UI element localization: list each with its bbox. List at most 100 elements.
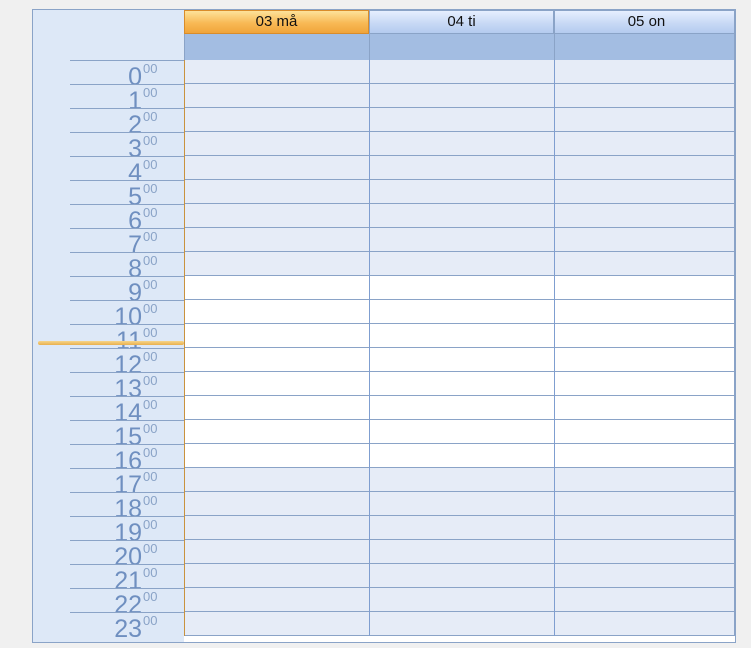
- time-slot[interactable]: [185, 276, 369, 300]
- minutes-label: 00: [143, 253, 158, 268]
- time-slot[interactable]: [555, 444, 735, 468]
- time-slot[interactable]: [370, 396, 554, 420]
- time-slot[interactable]: [370, 228, 554, 252]
- time-slot[interactable]: [370, 300, 554, 324]
- time-slot[interactable]: [370, 540, 554, 564]
- minutes-label: 00: [143, 589, 158, 604]
- time-slot[interactable]: [555, 564, 735, 588]
- hour-row: 0 00: [70, 60, 184, 90]
- all-day-slot[interactable]: [554, 34, 735, 60]
- time-slot[interactable]: [555, 204, 735, 228]
- time-slot[interactable]: [555, 252, 735, 276]
- time-slot[interactable]: [555, 540, 735, 564]
- time-slot[interactable]: [185, 84, 369, 108]
- day-header-0[interactable]: 03 må: [184, 10, 369, 34]
- hour-row: 12 00: [70, 348, 184, 378]
- time-slot[interactable]: [185, 396, 369, 420]
- time-slot[interactable]: [370, 204, 554, 228]
- hour-row: 10 00: [70, 300, 184, 330]
- time-slot[interactable]: [555, 228, 735, 252]
- time-slot[interactable]: [185, 252, 369, 276]
- time-slot[interactable]: [185, 372, 369, 396]
- day-header-2[interactable]: 05 on: [554, 10, 735, 34]
- time-slot[interactable]: [370, 252, 554, 276]
- time-slot[interactable]: [555, 612, 735, 636]
- hour-row: 13 00: [70, 372, 184, 402]
- minutes-label: 00: [143, 373, 158, 388]
- hour-row: 19 00: [70, 516, 184, 546]
- time-slot[interactable]: [185, 444, 369, 468]
- time-slot[interactable]: [555, 180, 735, 204]
- time-slot[interactable]: [370, 612, 554, 636]
- time-slot[interactable]: [370, 84, 554, 108]
- time-slot[interactable]: [185, 348, 369, 372]
- minutes-label: 00: [143, 133, 158, 148]
- time-slot[interactable]: [185, 156, 369, 180]
- time-slot[interactable]: [370, 564, 554, 588]
- time-slot[interactable]: [370, 516, 554, 540]
- minutes-label: 00: [143, 109, 158, 124]
- time-slot[interactable]: [185, 132, 369, 156]
- hour-row: 3 00: [70, 132, 184, 162]
- time-slot[interactable]: [370, 588, 554, 612]
- time-slot[interactable]: [370, 180, 554, 204]
- time-slot[interactable]: [370, 324, 554, 348]
- time-slot[interactable]: [370, 444, 554, 468]
- time-slot[interactable]: [555, 396, 735, 420]
- minutes-label: 00: [143, 349, 158, 364]
- time-slot[interactable]: [555, 468, 735, 492]
- time-slot[interactable]: [555, 156, 735, 180]
- minutes-label: 00: [143, 565, 158, 580]
- time-slot[interactable]: [370, 468, 554, 492]
- all-day-slot[interactable]: [184, 34, 369, 60]
- time-slot[interactable]: [185, 564, 369, 588]
- hour-row: 23 00: [70, 612, 184, 642]
- time-slot[interactable]: [370, 108, 554, 132]
- day-column-2: [554, 60, 735, 636]
- time-slot[interactable]: [555, 348, 735, 372]
- time-slot[interactable]: [185, 300, 369, 324]
- time-slot[interactable]: [185, 108, 369, 132]
- time-slot[interactable]: [555, 492, 735, 516]
- minutes-label: 00: [143, 277, 158, 292]
- minutes-label: 00: [143, 517, 158, 532]
- time-slot[interactable]: [555, 60, 735, 84]
- time-slot[interactable]: [370, 372, 554, 396]
- time-slot[interactable]: [185, 228, 369, 252]
- time-slot[interactable]: [555, 108, 735, 132]
- time-slot[interactable]: [185, 468, 369, 492]
- hour-row: 14 00: [70, 396, 184, 426]
- time-slot[interactable]: [370, 276, 554, 300]
- hour-row: 16 00: [70, 444, 184, 474]
- time-slot[interactable]: [370, 420, 554, 444]
- time-slot[interactable]: [555, 324, 735, 348]
- time-slot[interactable]: [555, 84, 735, 108]
- time-slot[interactable]: [185, 492, 369, 516]
- time-slot[interactable]: [370, 132, 554, 156]
- time-slot[interactable]: [370, 348, 554, 372]
- hour-row: 2 00: [70, 108, 184, 138]
- time-slot[interactable]: [185, 324, 369, 348]
- all-day-slot[interactable]: [369, 34, 554, 60]
- time-slot[interactable]: [555, 300, 735, 324]
- hour-row: 20 00: [70, 540, 184, 570]
- time-slot[interactable]: [555, 372, 735, 396]
- day-header-1[interactable]: 04 ti: [369, 10, 554, 34]
- time-slot[interactable]: [185, 60, 369, 84]
- time-slot[interactable]: [185, 420, 369, 444]
- time-slot[interactable]: [185, 612, 369, 636]
- time-slot[interactable]: [185, 540, 369, 564]
- time-slot[interactable]: [555, 276, 735, 300]
- time-slot[interactable]: [555, 516, 735, 540]
- time-slot[interactable]: [185, 588, 369, 612]
- time-slot[interactable]: [185, 516, 369, 540]
- time-slot[interactable]: [185, 204, 369, 228]
- time-slot[interactable]: [555, 588, 735, 612]
- time-slot[interactable]: [555, 420, 735, 444]
- time-slot[interactable]: [370, 60, 554, 84]
- time-slot[interactable]: [185, 180, 369, 204]
- minutes-label: 00: [143, 613, 158, 628]
- time-slot[interactable]: [370, 156, 554, 180]
- time-slot[interactable]: [370, 492, 554, 516]
- time-slot[interactable]: [555, 132, 735, 156]
